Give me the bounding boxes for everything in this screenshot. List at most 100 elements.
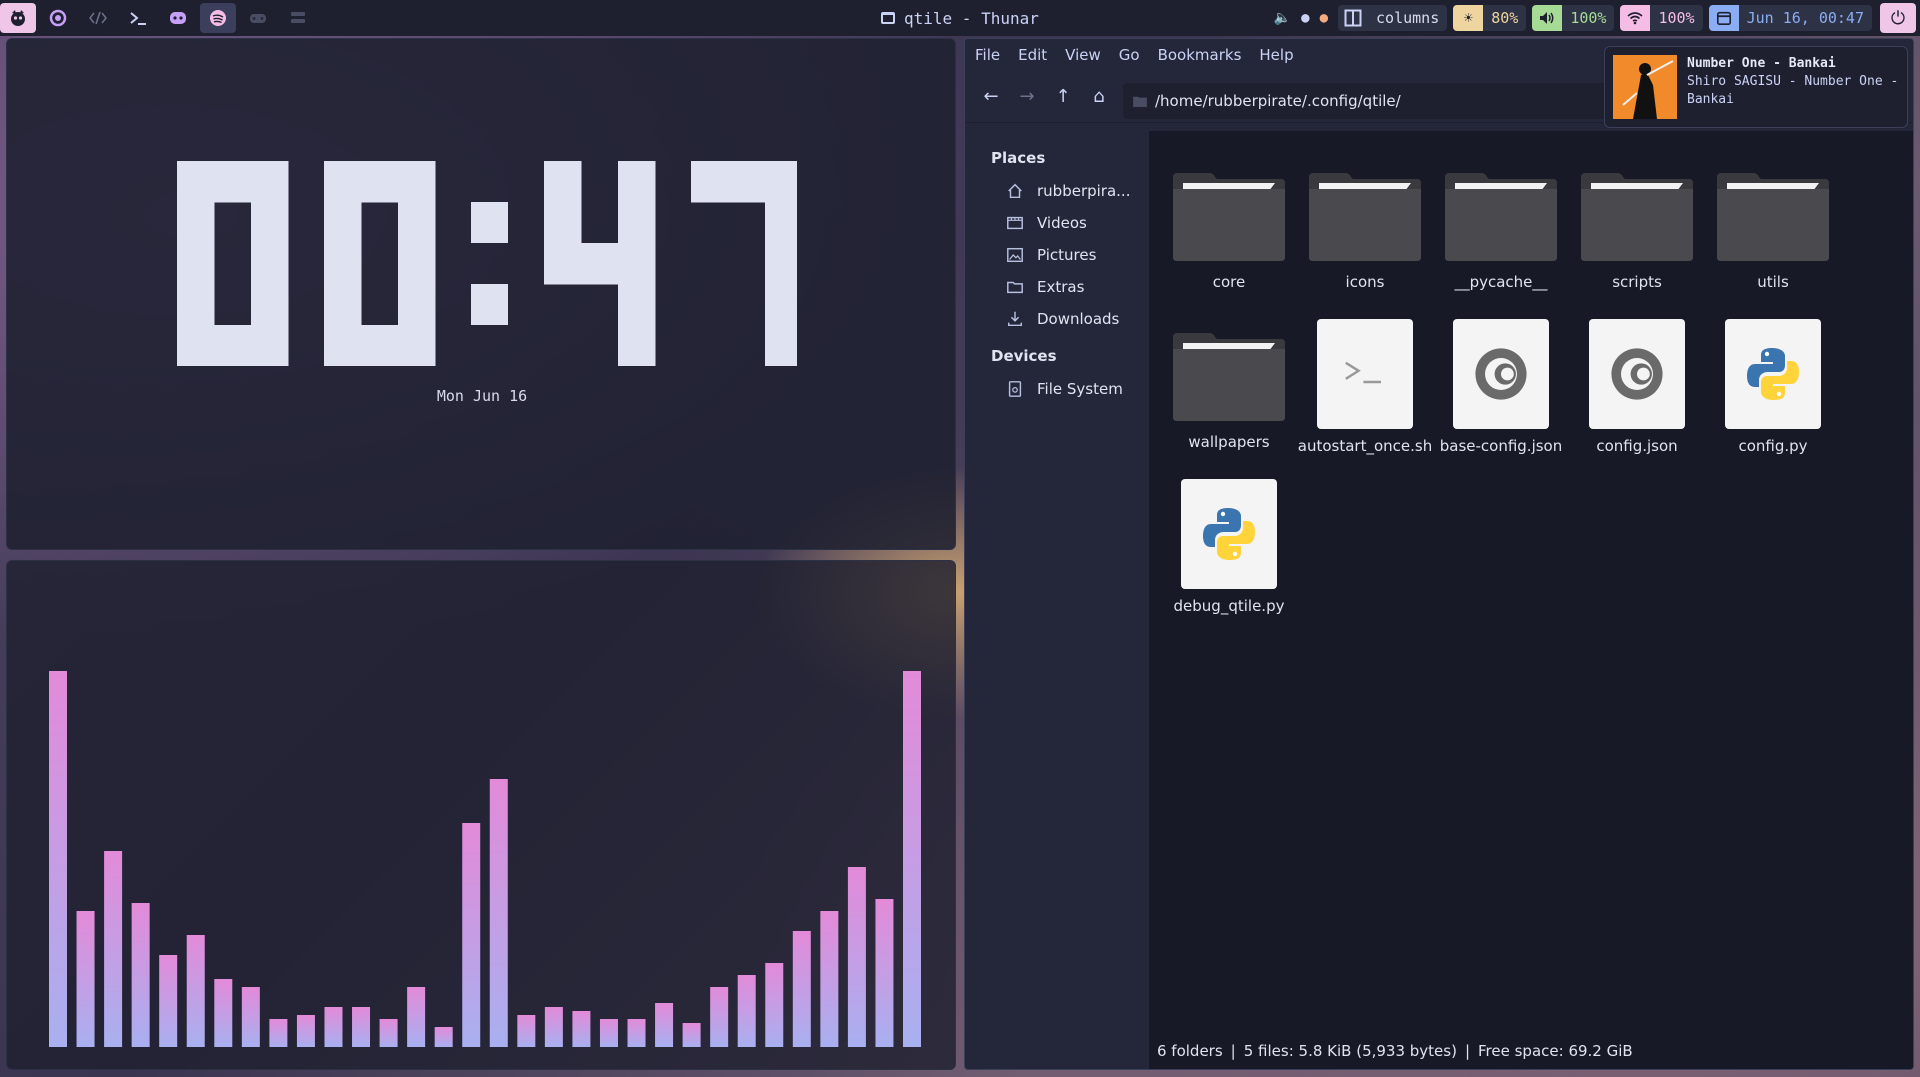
sidebar-item-file-system[interactable]: File System: [965, 373, 1149, 405]
workspace-games-icon[interactable]: [240, 3, 276, 33]
sidebar-item-rubberpira-[interactable]: rubberpira...: [965, 175, 1149, 207]
devices-heading: Devices: [991, 347, 1057, 365]
folder-icon: [1169, 329, 1289, 425]
visualizer-bar: [379, 1019, 398, 1047]
up-icon[interactable]: ↑: [1047, 81, 1079, 113]
workspace-misc-icon[interactable]: [280, 3, 316, 33]
layout-icon: [1338, 5, 1369, 31]
layout-widget[interactable]: columns: [1338, 5, 1448, 31]
visualizer-bar: [159, 955, 178, 1047]
audio-visualizer: [49, 671, 921, 1047]
visualizer-bar: [903, 671, 921, 1047]
wifi-widget[interactable]: 100%: [1620, 5, 1703, 31]
folder-icon: [1133, 96, 1147, 107]
visualizer-bar: [269, 1019, 288, 1047]
location-path: /home/rubberpirate/.config/qtile/: [1155, 92, 1401, 110]
visualizer-bar: [737, 975, 756, 1047]
status-folders: 6 folders: [1157, 1042, 1223, 1060]
media-notification[interactable]: Number One - Bankai Shiro SAGISU - Numbe…: [1604, 46, 1908, 128]
visualizer-bar: [599, 1019, 618, 1047]
back-icon[interactable]: ←: [975, 81, 1007, 113]
volume-widget[interactable]: 100%: [1532, 5, 1615, 31]
menu-edit[interactable]: Edit: [1018, 46, 1047, 64]
menu-bookmarks[interactable]: Bookmarks: [1158, 46, 1242, 64]
workspace-discord-icon[interactable]: [160, 3, 196, 33]
menu-file[interactable]: File: [975, 46, 1000, 64]
visualizer-bar: [104, 851, 123, 1047]
image-icon: [1005, 245, 1025, 265]
visualizer-bar: [544, 1007, 563, 1047]
forward-icon[interactable]: →: [1011, 81, 1043, 113]
visualizer-bar: [710, 987, 729, 1047]
window-title-text: qtile - Thunar: [904, 8, 1039, 28]
menu-view[interactable]: View: [1065, 46, 1101, 64]
drive-icon: [1005, 379, 1025, 399]
tray: 🔈 ● ●: [1274, 10, 1328, 26]
tray-firefox-icon[interactable]: ●: [1320, 10, 1328, 26]
python-file-icon: [1181, 479, 1277, 589]
clock-widget[interactable]: Jun 16, 00:47: [1708, 5, 1872, 31]
power-icon[interactable]: ⏻: [1880, 3, 1916, 33]
brightness-widget[interactable]: ☀ 80%: [1453, 5, 1527, 31]
status-separator: |: [1464, 1042, 1471, 1060]
notification-title: Number One - Bankai: [1687, 56, 1836, 71]
workspace-code-icon[interactable]: [80, 3, 116, 33]
folder-item[interactable]: scripts: [1569, 169, 1705, 291]
wifi-icon: [1620, 5, 1651, 31]
json-file-icon: [1453, 319, 1549, 429]
visualizer-bar: [186, 935, 205, 1047]
file-name: base-config.json: [1439, 437, 1563, 455]
sidebar-item-videos[interactable]: Videos: [965, 207, 1149, 239]
file-item[interactable]: autostart_once.sh: [1297, 319, 1433, 455]
visualizer-bar: [241, 987, 260, 1047]
menu-help[interactable]: Help: [1259, 46, 1293, 64]
launcher-icon[interactable]: [0, 3, 36, 33]
notification-body: Shiro SAGISU - Number One - Bankai: [1687, 74, 1899, 107]
json-file-icon: [1589, 319, 1685, 429]
window-title: qtile - Thunar: [880, 0, 1039, 36]
visualizer-bar: [407, 987, 426, 1047]
home-icon[interactable]: ⌂: [1083, 81, 1115, 113]
tray-discord-icon[interactable]: ●: [1301, 10, 1309, 26]
thunar-window: File Edit View Go Bookmarks Help ← → ↑ ⌂ /hom…: [964, 38, 1914, 1070]
folder-item[interactable]: core: [1161, 169, 1297, 291]
sidebar-item-extras[interactable]: Extras: [965, 271, 1149, 303]
folder-icon: [1713, 169, 1833, 265]
status-files: 5 files: 5.8 KiB (5,933 bytes): [1243, 1042, 1457, 1060]
file-name: icons: [1345, 273, 1385, 291]
folder-item[interactable]: icons: [1297, 169, 1433, 291]
file-item[interactable]: debug_qtile.py: [1161, 479, 1297, 615]
file-item[interactable]: config.py: [1705, 319, 1841, 455]
video-icon: [1005, 213, 1025, 233]
folder-icon: [1005, 277, 1025, 297]
visualizer-bar: [49, 671, 67, 1047]
folder-item[interactable]: wallpapers: [1161, 329, 1297, 451]
sidebar-item-pictures[interactable]: Pictures: [965, 239, 1149, 271]
workspace-spotify-icon[interactable]: [200, 3, 236, 33]
file-view: core icons __pycache__ scripts utils wallpape…: [1149, 131, 1913, 1035]
file-item[interactable]: base-config.json: [1433, 319, 1569, 455]
clock-date: Mon Jun 16: [436, 387, 528, 405]
folder-item[interactable]: utils: [1705, 169, 1841, 291]
folder-icon: [1305, 169, 1425, 265]
menu-go[interactable]: Go: [1119, 46, 1140, 64]
volume-value: 100%: [1562, 5, 1615, 31]
file-name: core: [1212, 273, 1246, 291]
download-icon: [1005, 309, 1025, 329]
tray-volume-icon[interactable]: 🔈: [1274, 10, 1291, 26]
sidebar: Places rubberpira... Videos Pictures Extras…: [965, 131, 1149, 1035]
workspace-browser-icon[interactable]: [40, 3, 76, 33]
visualizer-bar: [847, 867, 866, 1047]
folder-item[interactable]: __pycache__: [1433, 169, 1569, 291]
file-name: debug_qtile.py: [1173, 597, 1285, 615]
visualizer-bar: [517, 1015, 536, 1047]
status-separator: |: [1230, 1042, 1236, 1060]
file-name: scripts: [1612, 273, 1662, 291]
sidebar-item-label: Pictures: [1037, 246, 1097, 264]
file-item[interactable]: config.json: [1569, 319, 1705, 455]
sidebar-item-downloads[interactable]: Downloads: [965, 303, 1149, 335]
visualizer-bar: [352, 1007, 371, 1047]
sidebar-item-label: Extras: [1037, 278, 1085, 296]
visualizer-bar: [792, 931, 811, 1047]
workspace-terminal-icon[interactable]: [120, 3, 156, 33]
